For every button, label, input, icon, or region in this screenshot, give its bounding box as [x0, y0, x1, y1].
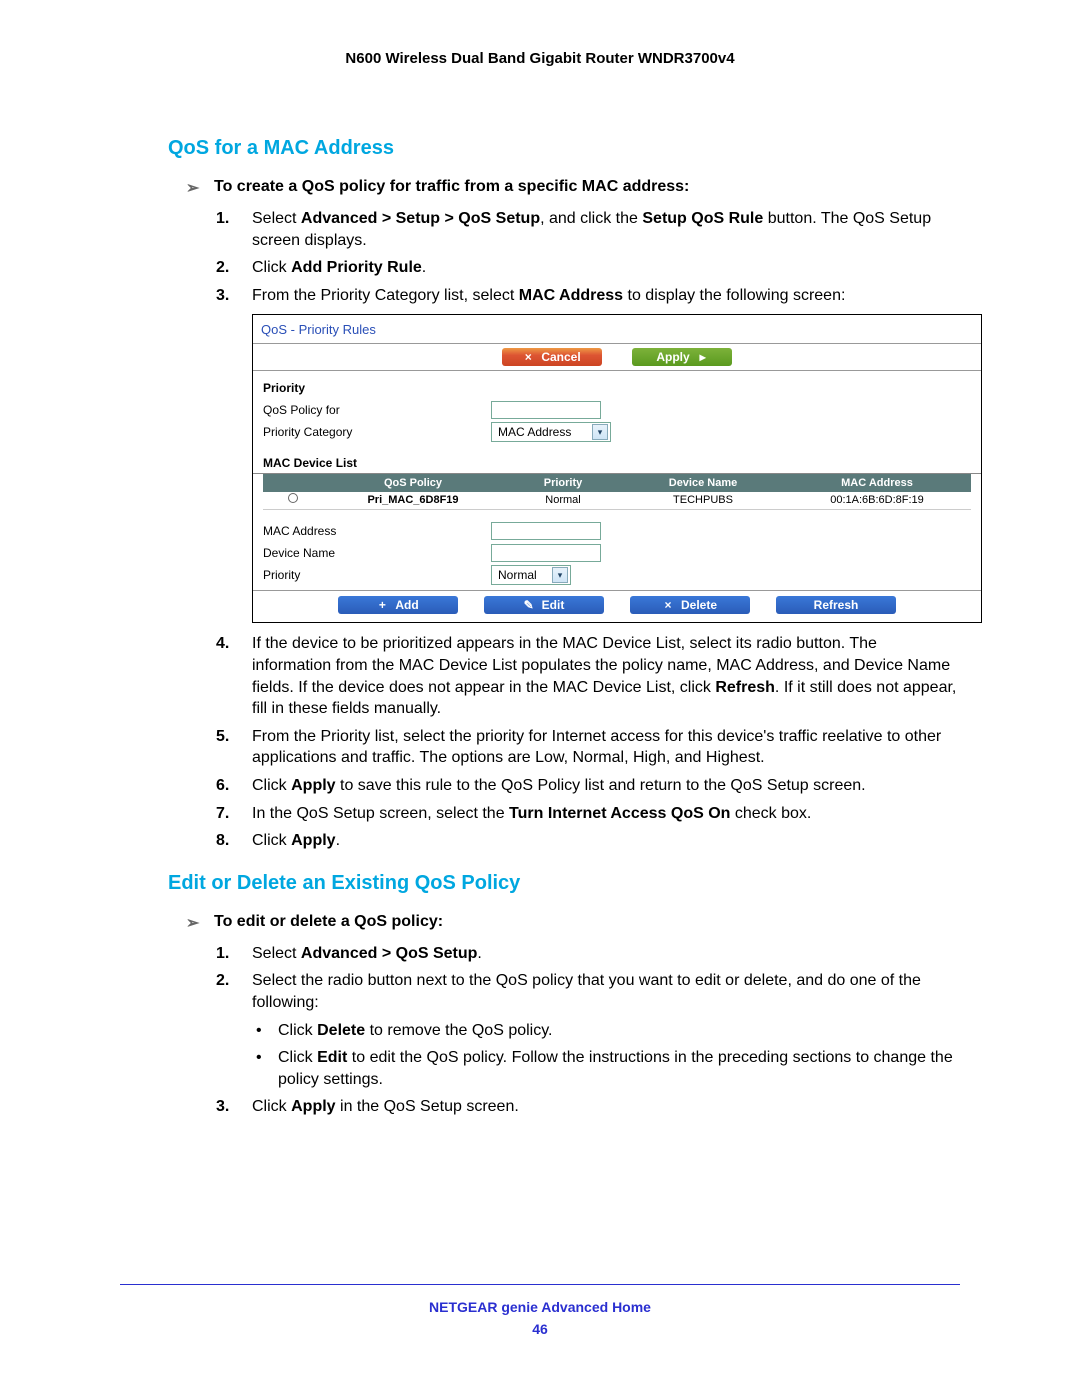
cancel-button[interactable]: ×Cancel — [502, 348, 602, 366]
close-icon: × — [523, 349, 533, 365]
play-icon: ▸ — [698, 349, 708, 365]
priority-category-select[interactable]: MAC Address ▾ — [491, 422, 611, 442]
add-button[interactable]: +Add — [338, 596, 458, 614]
plus-icon: + — [377, 597, 387, 613]
step-2: Click Add Priority Rule. — [216, 257, 960, 279]
intro-create-policy: ➢ To create a QoS policy for traffic fro… — [186, 178, 960, 198]
policy-for-input[interactable] — [491, 401, 601, 419]
delete-button[interactable]: ×Delete — [630, 596, 750, 614]
priority-heading: Priority — [263, 380, 483, 396]
step-5: From the Priority list, select the prior… — [216, 726, 960, 769]
device-table-header: QoS Policy Priority Device Name MAC Addr… — [263, 474, 971, 492]
refresh-button[interactable]: Refresh — [776, 596, 896, 614]
pencil-icon: ✎ — [524, 597, 534, 613]
edit-button[interactable]: ✎Edit — [484, 596, 604, 614]
arrow-icon: ➢ — [186, 178, 202, 198]
chevron-down-icon: ▾ — [552, 567, 568, 583]
intro-text: To create a QoS policy for traffic from … — [214, 178, 689, 198]
label-mac-address: MAC Address — [263, 523, 483, 539]
bullet-edit: Click Edit to edit the QoS policy. Follo… — [252, 1047, 960, 1090]
label-priority-category: Priority Category — [263, 424, 483, 440]
stepB-2: Select the radio button next to the QoS … — [216, 970, 960, 1090]
device-name-input[interactable] — [491, 544, 601, 562]
qos-rules-panel: QoS - Priority Rules ×Cancel Apply▸ Prio… — [252, 314, 982, 623]
section-heading-edit-delete: Edit or Delete an Existing QoS Policy — [168, 872, 960, 895]
step-3: From the Priority Category list, select … — [216, 285, 960, 624]
panel-title: QoS - Priority Rules — [253, 315, 981, 343]
arrow-icon: ➢ — [186, 913, 202, 933]
label-priority: Priority — [263, 567, 483, 583]
intro-text: To edit or delete a QoS policy: — [214, 913, 443, 933]
close-icon: × — [663, 597, 673, 613]
page-number: 46 — [120, 1321, 960, 1337]
step-6: Click Apply to save this rule to the QoS… — [216, 775, 960, 797]
step-4: If the device to be prioritized appears … — [216, 633, 960, 719]
section-heading-qos-mac: QoS for a MAC Address — [168, 137, 960, 160]
apply-button[interactable]: Apply▸ — [632, 348, 732, 366]
stepB-3: Click Apply in the QoS Setup screen. — [216, 1096, 960, 1118]
step-8: Click Apply. — [216, 830, 960, 852]
intro-edit-delete: ➢ To edit or delete a QoS policy: — [186, 913, 960, 933]
bullet-delete: Click Delete to remove the QoS policy. — [252, 1020, 960, 1042]
mac-address-input[interactable] — [491, 522, 601, 540]
doc-header: N600 Wireless Dual Band Gigabit Router W… — [120, 50, 960, 67]
radio-icon[interactable] — [288, 493, 298, 503]
chevron-down-icon: ▾ — [592, 424, 608, 440]
stepB-1: Select Advanced > QoS Setup. — [216, 943, 960, 965]
step-7: In the QoS Setup screen, select the Turn… — [216, 803, 960, 825]
page-footer: NETGEAR genie Advanced Home 46 — [120, 1284, 960, 1337]
priority-select[interactable]: Normal ▾ — [491, 565, 571, 585]
label-policy-for: QoS Policy for — [263, 402, 483, 418]
mac-device-list-heading: MAC Device List — [253, 447, 981, 474]
footer-text: NETGEAR genie Advanced Home — [120, 1299, 960, 1315]
step-1: Select Advanced > Setup > QoS Setup, and… — [216, 208, 960, 251]
label-device-name: Device Name — [263, 545, 483, 561]
table-row[interactable]: Pri_MAC_6D8F19 Normal TECHPUBS 00:1A:6B:… — [263, 492, 971, 510]
